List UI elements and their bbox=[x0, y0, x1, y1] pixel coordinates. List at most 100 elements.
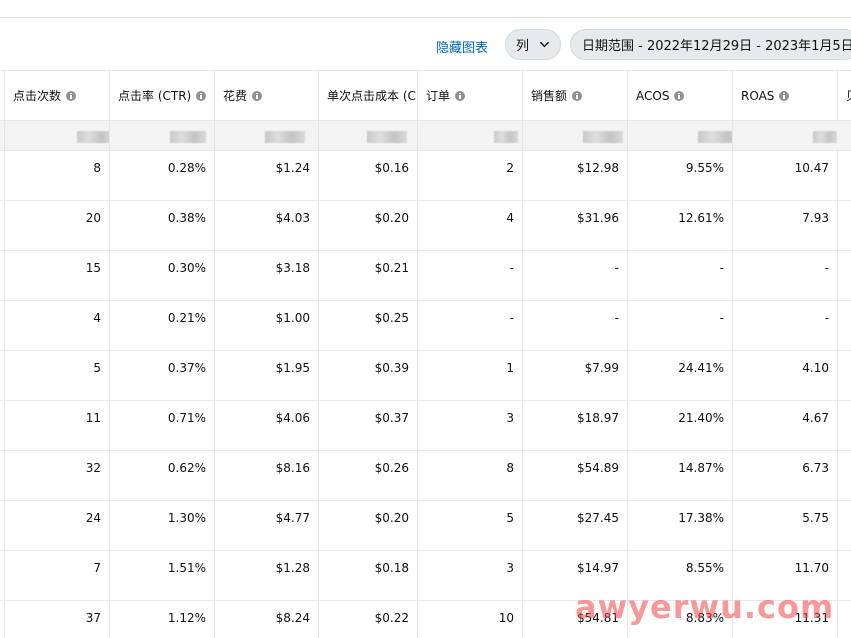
summary-cell bbox=[417, 121, 522, 150]
redacted-value bbox=[77, 131, 109, 143]
cell-roas: - bbox=[732, 301, 837, 350]
cell-clicks: 15 bbox=[4, 251, 109, 300]
hide-chart-link[interactable]: 隐藏图表 bbox=[436, 37, 488, 56]
cell-roas: 6.73 bbox=[732, 451, 837, 500]
column-header-acos[interactable]: ACOS bbox=[627, 71, 732, 120]
cell-next-clipped[interactable] bbox=[837, 451, 851, 500]
column-header-label: ROAS bbox=[741, 88, 775, 103]
table-row: 32 0.62% $8.16 $0.26 8 $54.89 14.87% 6.73 bbox=[0, 451, 851, 501]
cell-ctr: 1.30% bbox=[109, 501, 214, 550]
info-icon[interactable] bbox=[252, 90, 263, 101]
info-icon[interactable] bbox=[572, 90, 583, 101]
cell-next-clipped[interactable] bbox=[837, 301, 851, 350]
column-header-clicks[interactable]: 点击次数 bbox=[4, 71, 109, 120]
cell-acos: 14.87% bbox=[627, 451, 732, 500]
cell-cpc: $0.18 bbox=[318, 551, 417, 600]
cell-ctr: 0.30% bbox=[109, 251, 214, 300]
info-icon[interactable] bbox=[779, 90, 790, 101]
cell-ctr: 0.37% bbox=[109, 351, 214, 400]
cell-orders: 8 bbox=[417, 451, 522, 500]
cell-sales: $18.97 bbox=[522, 401, 627, 450]
top-strip bbox=[0, 0, 851, 18]
cell-next-clipped[interactable] bbox=[837, 201, 851, 250]
cell-spend: $4.77 bbox=[214, 501, 318, 550]
cell-cpc: $0.39 bbox=[318, 351, 417, 400]
cell-clicks: 24 bbox=[4, 501, 109, 550]
column-header-label: 点击次数 bbox=[13, 89, 62, 103]
cell-ctr: 0.62% bbox=[109, 451, 214, 500]
cell-roas: 4.67 bbox=[732, 401, 837, 450]
column-header-label: 单次点击成本 (CPC) bbox=[327, 89, 417, 103]
cell-acos: - bbox=[627, 301, 732, 350]
info-icon[interactable] bbox=[66, 90, 77, 101]
cell-next-clipped[interactable] bbox=[837, 551, 851, 600]
redacted-value bbox=[583, 131, 623, 143]
summary-cell bbox=[109, 121, 214, 150]
cell-roas: 10.47 bbox=[732, 151, 837, 200]
info-icon[interactable] bbox=[455, 90, 466, 101]
cell-cpc: $0.37 bbox=[318, 401, 417, 450]
column-header-orders[interactable]: 订单 bbox=[417, 71, 522, 120]
column-header-label: ACOS bbox=[636, 88, 670, 103]
columns-button[interactable]: 列 bbox=[505, 29, 561, 60]
cell-ctr: 0.21% bbox=[109, 301, 214, 350]
redacted-value bbox=[813, 131, 837, 143]
cell-next-clipped[interactable] bbox=[837, 401, 851, 450]
cell-spend: $4.03 bbox=[214, 201, 318, 250]
cell-orders: 4 bbox=[417, 201, 522, 250]
cell-sales: $27.45 bbox=[522, 501, 627, 550]
column-header-roas[interactable]: ROAS bbox=[732, 71, 837, 120]
cell-spend: $3.18 bbox=[214, 251, 318, 300]
table-row: 24 1.30% $4.77 $0.20 5 $27.45 17.38% 5.75 bbox=[0, 501, 851, 551]
cell-clicks: 7 bbox=[4, 551, 109, 600]
date-range-button[interactable]: 日期范围 - 2022年12月29日 - 2023年1月5日 bbox=[570, 29, 851, 60]
summary-cell bbox=[4, 121, 109, 150]
cell-sales: $12.98 bbox=[522, 151, 627, 200]
table-row: 15 0.30% $3.18 $0.21- - - - bbox=[0, 251, 851, 301]
redacted-value bbox=[494, 131, 518, 143]
redacted-value bbox=[170, 131, 206, 143]
cell-next-clipped[interactable] bbox=[837, 601, 851, 638]
cell-acos: 24.41% bbox=[627, 351, 732, 400]
chevron-down-icon bbox=[540, 41, 549, 48]
cell-next-clipped[interactable] bbox=[837, 351, 851, 400]
table-row: 4 0.21% $1.00 $0.25- - - - bbox=[0, 301, 851, 351]
cell-clicks: 20 bbox=[4, 201, 109, 250]
cell-acos: - bbox=[627, 251, 732, 300]
cell-sales: $54.89 bbox=[522, 451, 627, 500]
cell-ctr: 1.51% bbox=[109, 551, 214, 600]
cell-orders: - bbox=[417, 301, 522, 350]
info-icon[interactable] bbox=[196, 90, 207, 101]
table-row: 8 0.28% $1.24 $0.16 2 $12.98 9.55% 10.47 bbox=[0, 151, 851, 201]
cell-acos: 17.38% bbox=[627, 501, 732, 550]
cell-cpc: $0.22 bbox=[318, 601, 417, 638]
cell-sales: - bbox=[522, 251, 627, 300]
cell-cpc: $0.25 bbox=[318, 301, 417, 350]
cell-next-clipped[interactable] bbox=[837, 151, 851, 200]
cell-clicks: 8 bbox=[4, 151, 109, 200]
toolbar: 隐藏图表 列 日期范围 - 2022年12月29日 - 2023年1月5日 bbox=[0, 19, 851, 70]
cell-orders: 3 bbox=[417, 401, 522, 450]
cell-orders: 5 bbox=[417, 501, 522, 550]
cell-spend: $1.00 bbox=[214, 301, 318, 350]
summary-cell bbox=[318, 121, 417, 150]
column-header-cpc[interactable]: 单次点击成本 (CPC) bbox=[318, 71, 417, 120]
cell-clicks: 4 bbox=[4, 301, 109, 350]
cell-next-clipped[interactable] bbox=[837, 251, 851, 300]
cell-spend: $4.06 bbox=[214, 401, 318, 450]
column-header-ctr[interactable]: 点击率 (CTR) bbox=[109, 71, 214, 120]
column-header-sales[interactable]: 销售额 bbox=[522, 71, 627, 120]
cell-sales: $7.99 bbox=[522, 351, 627, 400]
table-row: 5 0.37% $1.95 $0.39 1 $7.99 24.41% 4.10 bbox=[0, 351, 851, 401]
redacted-value bbox=[367, 131, 407, 143]
cell-ctr: 0.38% bbox=[109, 201, 214, 250]
cell-ctr: 0.71% bbox=[109, 401, 214, 450]
column-header-spend[interactable]: 花费 bbox=[214, 71, 318, 120]
cell-clicks: 32 bbox=[4, 451, 109, 500]
cell-next-clipped[interactable] bbox=[837, 501, 851, 550]
summary-cell bbox=[627, 121, 732, 150]
info-icon[interactable] bbox=[674, 90, 685, 101]
column-header-next[interactable]: 贝 bbox=[837, 71, 851, 120]
summary-cell bbox=[522, 121, 627, 150]
column-header-label: 花费 bbox=[223, 89, 248, 103]
